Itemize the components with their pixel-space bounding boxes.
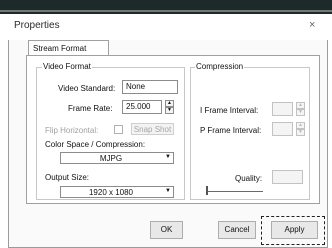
spin-up-icon[interactable]: ▲ [296, 102, 305, 109]
frame-rate-spinner[interactable]: ▲ ▼ [165, 100, 174, 114]
color-space-select[interactable]: MJPG ▼ [60, 152, 174, 164]
i-frame-interval-spinner[interactable]: ▲ ▼ [296, 102, 305, 116]
background-left [0, 14, 8, 248]
chevron-down-icon: ▼ [165, 188, 171, 194]
frame-rate-label: Frame Rate: [68, 104, 113, 113]
video-standard-field: None [122, 80, 178, 94]
video-format-legend: Video Format [42, 62, 92, 71]
ok-button[interactable]: OK [150, 221, 183, 239]
output-size-label: Output Size: [45, 173, 90, 182]
dialog-title: Properties [14, 20, 60, 31]
spin-up-icon[interactable]: ▲ [165, 100, 174, 107]
spin-down-icon[interactable]: ▼ [165, 107, 174, 114]
color-space-label: Color Space / Compression: [45, 140, 146, 149]
spin-down-icon[interactable]: ▼ [296, 129, 305, 136]
quality-label: Quality: [235, 174, 263, 183]
snap-shot-button[interactable]: Snap Shot [131, 123, 174, 135]
i-frame-interval-label: I Frame Interval: [200, 106, 259, 115]
spin-down-icon[interactable]: ▼ [296, 109, 305, 116]
compression-legend: Compression [195, 62, 245, 71]
output-size-select[interactable]: 1920 x 1080 ▼ [60, 186, 174, 198]
flip-horizontal-label: Flip Horizontal: [45, 126, 99, 135]
apply-focus-rect [261, 216, 325, 245]
chevron-down-icon: ▼ [165, 154, 171, 160]
p-frame-interval-label: P Frame Interval: [200, 126, 262, 135]
p-frame-interval-input[interactable] [272, 122, 293, 136]
spin-up-icon[interactable]: ▲ [296, 122, 305, 129]
cancel-button[interactable]: Cancel [218, 221, 256, 239]
i-frame-interval-input[interactable] [272, 102, 293, 116]
quality-slider-thumb[interactable] [206, 186, 208, 195]
flip-horizontal-checkbox[interactable] [114, 125, 123, 134]
quality-slider[interactable] [207, 191, 263, 192]
color-space-value: MJPG [99, 154, 123, 163]
output-size-value: 1920 x 1080 [88, 188, 134, 197]
close-icon[interactable]: × [309, 19, 315, 31]
tab-stream-format-label: Stream Format [33, 44, 87, 53]
video-standard-label: Video Standard: [58, 84, 116, 93]
background-line [0, 10, 332, 12]
quality-input[interactable] [272, 170, 303, 184]
tab-stream-format[interactable]: Stream Format [28, 40, 109, 55]
p-frame-interval-spinner[interactable]: ▲ ▼ [296, 122, 305, 136]
background-desktop [0, 0, 332, 14]
frame-rate-input[interactable]: 25.000 [122, 100, 162, 114]
